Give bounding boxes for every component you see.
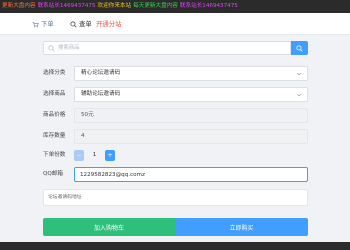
product-select[interactable]: 辅助论坛邀请码	[74, 87, 308, 102]
cart-icon	[32, 21, 39, 28]
stock-value: 4	[81, 133, 85, 139]
nav-query-tab[interactable]: 查单	[70, 18, 92, 30]
search-input[interactable]	[58, 43, 278, 53]
quantity-label: 下单份数	[43, 152, 66, 158]
nav-substation-label: 开通分站	[96, 20, 122, 28]
price-label: 商品价格	[43, 112, 66, 118]
category-select[interactable]: 精心论坛邀请码	[74, 66, 308, 81]
chevron-down-icon	[296, 93, 302, 97]
qq-email-row: QQ邮箱	[43, 167, 308, 182]
announcement-marquee: 更新大盘内容 联系站长1469437475 欢迎你来本站 每天更新大盘内容 联系站长14…	[0, 0, 350, 13]
search-icon	[296, 44, 303, 52]
price-value: 50元	[81, 112, 94, 118]
category-label: 选择分类	[43, 70, 66, 76]
qq-email-label: QQ邮箱	[43, 171, 63, 177]
product-search-bar	[43, 41, 308, 55]
buy-now-button[interactable]: 立即购买	[175, 218, 308, 236]
nav-query-label: 查单	[79, 20, 92, 28]
marquee-text: 每天更新大盘内容	[133, 3, 178, 9]
increment-button[interactable]: +	[105, 150, 115, 161]
stock-field: 4	[74, 129, 308, 144]
qq-email-field	[74, 167, 308, 182]
top-navigation: 下单 查单 开通分站	[0, 13, 350, 35]
nav-order-tab[interactable]: 下单	[32, 18, 54, 30]
price-row: 商品价格 50元	[43, 108, 308, 123]
product-label: 选择商品	[43, 91, 66, 97]
category-value: 精心论坛邀请码	[81, 70, 121, 76]
search-icon	[48, 45, 55, 52]
add-to-cart-button[interactable]: 加入购物车	[43, 218, 175, 236]
quantity-stepper: − 1 +	[74, 148, 115, 163]
quantity-value[interactable]: 1	[84, 150, 105, 161]
stock-label: 库存数量	[43, 133, 66, 139]
nav-substation-tab[interactable]: 开通分站	[96, 18, 122, 30]
marquee-text: 更新大盘内容	[2, 3, 36, 9]
search-icon	[70, 20, 77, 28]
nav-order-label: 下单	[41, 20, 54, 28]
price-field: 50元	[74, 108, 308, 123]
hint-box: 论坛邀请码地址	[43, 189, 308, 206]
product-value: 辅助论坛邀请码	[81, 91, 121, 97]
chevron-down-icon	[296, 72, 302, 76]
footer-bar	[0, 242, 350, 250]
action-bar: 加入购物车 立即购买	[43, 218, 308, 236]
search-box	[43, 41, 291, 55]
decrement-button[interactable]: −	[74, 150, 84, 161]
qq-email-input[interactable]	[80, 170, 300, 180]
search-button[interactable]	[291, 41, 308, 55]
category-row: 选择分类 精心论坛邀请码	[43, 66, 308, 81]
hint-text: 论坛邀请码地址	[48, 195, 82, 200]
quantity-row: 下单份数 − 1 +	[43, 148, 308, 163]
stock-row: 库存数量 4	[43, 129, 308, 144]
marquee-text: 欢迎你来本站	[97, 3, 132, 9]
marquee-text: 联系站长1469437475	[37, 3, 96, 9]
product-row: 选择商品 辅助论坛邀请码	[43, 87, 308, 102]
marquee-text: 联系站长1469437475	[179, 3, 238, 9]
